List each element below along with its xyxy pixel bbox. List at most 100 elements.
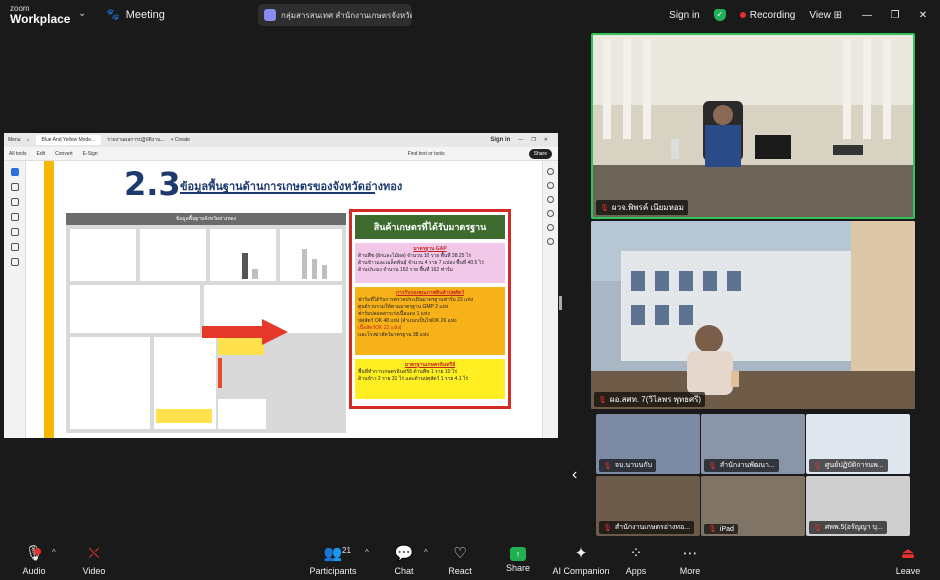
react-label: React (448, 566, 472, 576)
bookmark-icon[interactable] (547, 196, 554, 203)
mic-muted-icon: 🎙 (708, 526, 717, 533)
highlight-tool-icon[interactable] (11, 213, 19, 221)
gmp-line: และโรงฆ่าสัตว์มาตรฐาน 38 แห่ง (358, 332, 429, 338)
video-tile-participant[interactable]: 🎙 ผอ.สศท. 7(วิไลพร พุทธศรี) (591, 221, 915, 409)
esign-button[interactable]: E-Sign (83, 151, 98, 157)
leave-label: Leave (895, 566, 921, 576)
pen-tool-icon[interactable] (11, 198, 19, 206)
browser-close-icon[interactable]: ✕ (544, 137, 548, 143)
participants-caret-icon[interactable]: ^ (365, 548, 369, 557)
gmp-box: การรับรองคุณภาพสินค้าปศุสัตว์ ฟาร์มที่ได… (355, 287, 505, 355)
browser-signin[interactable]: Sign in (490, 137, 510, 143)
copy-icon[interactable] (547, 210, 554, 217)
gallery-tile[interactable]: 🎙 จบ.นาบนกับ (596, 414, 700, 474)
image-tool-icon[interactable] (11, 243, 19, 251)
new-tab-button[interactable]: + Create (171, 137, 190, 143)
chat-caret-icon[interactable]: ^ (424, 548, 428, 557)
more-label: More (679, 566, 701, 576)
participants-button[interactable]: 👥 Participants (302, 544, 364, 576)
top-right-controls: Sign in ✓ Recording View ⊞ — ❐ ✕ (669, 0, 940, 30)
infographic-chart-bar (242, 253, 248, 279)
all-tools-button[interactable]: All tools (9, 151, 27, 157)
audio-label: Audio (22, 566, 46, 576)
home-icon[interactable]: ⌂ (27, 137, 30, 143)
meeting-title-pill[interactable]: กลุ่มสารสนเทศ สำนักงานเกษตรจังหวัด ••• (258, 4, 412, 26)
organic-line: พื้นที่ทำการเกษตรอินทรีย์ ด้านพืช 1 ราย … (358, 369, 458, 375)
gap-line: ด้านข้าวและเมล็ดพันธุ์ จำนวน 4 ราย 7 แปล… (358, 260, 484, 266)
shared-screen[interactable]: Menu ⌂ Blue And Yellow Mode... รายงานผลก… (4, 133, 558, 438)
more-button[interactable]: ⋯ More (660, 544, 720, 576)
meeting-menu[interactable]: 🐾 Meeting (106, 8, 165, 22)
gap-line: ด้านประมง จำนวน 162 ราย พื้นที่ 162 ฟาร์… (358, 267, 453, 273)
chevron-left-icon[interactable]: ‹ (572, 466, 577, 484)
browser-tab-bar: Menu ⌂ Blue And Yellow Mode... รายงานผลก… (4, 133, 558, 147)
browser-restore-icon[interactable]: ❐ (531, 137, 535, 143)
browser-minimize-icon[interactable]: — (518, 137, 523, 143)
split-handle[interactable] (559, 296, 562, 310)
chevron-down-icon[interactable]: ⌄ (78, 8, 86, 19)
gmp-line: ศูนย์รวบรวมให้ตามมาตรฐาน GMP 2 แห่ง (358, 304, 449, 310)
convert-button[interactable]: Convert (55, 151, 73, 157)
mic-muted-icon: 🎙 (600, 204, 609, 212)
edit-button[interactable]: Edit (37, 151, 46, 157)
infographic-highlight (156, 409, 212, 423)
browser-tab-2[interactable]: รายงานผลการปฏิบัติงาน... (107, 136, 164, 144)
ai-companion-button[interactable]: ✦ AI Companion (548, 544, 614, 576)
minimize-icon[interactable]: — (856, 10, 878, 21)
participants-icon: 👥 (323, 545, 343, 562)
pdf-toolbar: All tools Edit Convert E-Sign Find text … (4, 147, 558, 161)
sparkle-icon: ✦ (574, 545, 588, 562)
pdf-left-toolbar (4, 161, 26, 438)
close-icon[interactable]: ✕ (912, 10, 934, 21)
chat-side-icon[interactable] (547, 168, 554, 175)
browser-tab-1[interactable]: Blue And Yellow Mode... (35, 135, 102, 145)
select-tool-icon[interactable] (11, 168, 19, 176)
participant-name: ศพพ.5(อรัญญา บุ... (824, 524, 883, 531)
thumbnails-icon[interactable] (547, 182, 554, 189)
recording-indicator[interactable]: Recording (739, 10, 795, 21)
infographic-block (140, 229, 206, 281)
audio-options-caret-icon[interactable]: ^ (52, 548, 56, 557)
organic-line: ด้านข้าว 2 ราย 31 ไร่ และด้านปศุสัตว์ 1 … (358, 376, 469, 382)
gap-line: ด้านพืช (ผักและไม้ผล) จำนวน 10 ราย พื้นท… (358, 253, 472, 259)
meeting-label: Meeting (125, 8, 165, 21)
restore-icon[interactable]: ❐ (884, 10, 906, 21)
share-button[interactable]: ↑ Share (488, 544, 548, 573)
participant-nameplate: 🎙 ผอ.สศท. 7(วิไลพร พุทธศรี) (594, 392, 706, 407)
react-button[interactable]: ♡ React (430, 544, 490, 576)
sign-in-link[interactable]: Sign in (669, 10, 700, 21)
apps-button[interactable]: ⁘ Apps (606, 544, 666, 576)
text-tool-icon[interactable] (11, 228, 19, 236)
security-shield-icon[interactable]: ✓ (713, 9, 726, 21)
leave-icon: ⏏ (900, 545, 916, 562)
video-label: Video (82, 566, 106, 576)
stamp-tool-icon[interactable] (11, 258, 19, 266)
participant-nameplate: 🎙 สำนักงานพัฒนา... (704, 459, 779, 472)
participants-count: 21 (342, 546, 351, 555)
mic-muted-icon: 🎙 (813, 524, 822, 532)
gmp-line: ฟาร์มปลอดสารเร่งเนื้อแดง 1 แห่ง (358, 311, 430, 317)
gallery-tile[interactable]: 🎙 สำนักงานเกษตรอ่างทอ... (596, 476, 700, 536)
infographic-block (70, 337, 150, 429)
leave-button[interactable]: ⏏ Leave (878, 544, 938, 576)
more-icon: ⋯ (682, 545, 698, 562)
gallery-tile[interactable]: 🎙 สำนักงานพัฒนา... (701, 414, 805, 474)
view-menu[interactable]: View ⊞ (809, 10, 842, 21)
comment-tool-icon[interactable] (11, 183, 19, 191)
zoom-in-icon[interactable] (547, 224, 554, 231)
zoom-out-icon[interactable] (547, 238, 554, 245)
gallery-tile[interactable]: 🎙 ศพพ.5(อรัญญา บุ... (806, 476, 910, 536)
workplace-wordmark: Workplace (10, 12, 71, 26)
infographic-block (70, 229, 136, 281)
participant-nameplate: 🎙 จบ.นาบนกับ (599, 459, 657, 472)
gallery-tile[interactable]: 🎙 ศูนย์ปฏิบัติการนพ... (806, 414, 910, 474)
find-tools-input[interactable]: Find text or tools (408, 151, 445, 157)
gallery-tile[interactable]: 🎙 iPad (701, 476, 805, 536)
video-scene (593, 35, 913, 217)
browser-menu[interactable]: Menu (8, 137, 21, 143)
video-tile-active-speaker[interactable]: 🎙 ผวจ.พิพรค์ เนียมหอม (591, 33, 915, 219)
pdf-share-button[interactable]: Share (528, 148, 552, 159)
infographic-block (70, 285, 200, 333)
infographic-chart-bar (312, 259, 317, 279)
video-button[interactable]: ⛌ Video (64, 544, 124, 576)
